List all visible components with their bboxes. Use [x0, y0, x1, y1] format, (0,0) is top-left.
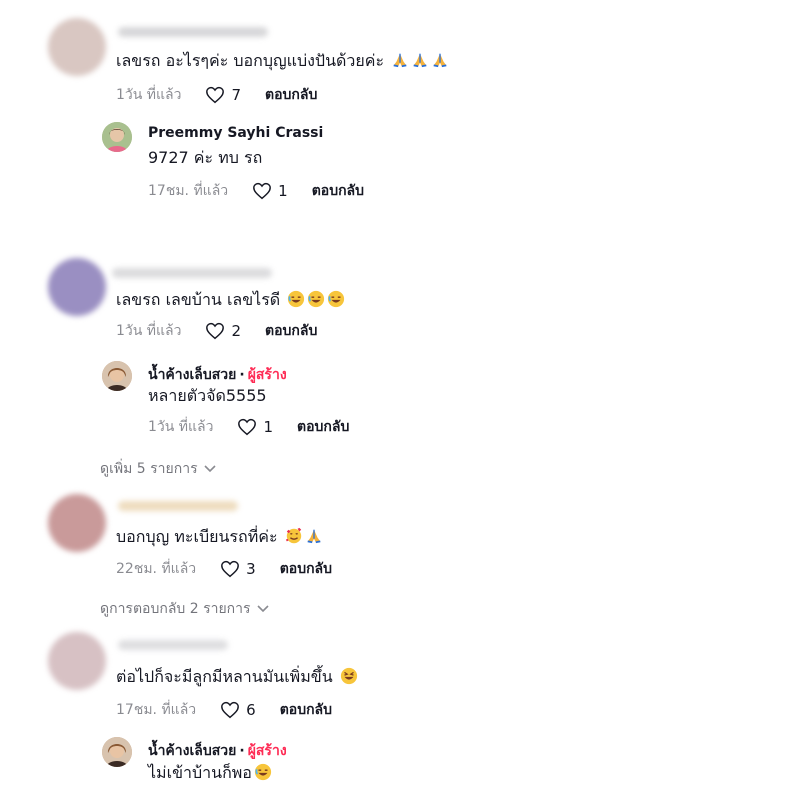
reply-button[interactable]: ตอบกลับ [265, 320, 317, 342]
comment-meta: 22ชม. ที่แล้ว 3 ตอบกลับ [116, 558, 332, 580]
blurred-username [112, 268, 272, 278]
blurred-username [118, 27, 268, 37]
timestamp: 17ชม. ที่แล้ว [116, 702, 197, 718]
reply-text: 9727 ค่ะ ทบ รถ [148, 148, 263, 167]
comment-text: บอกบุญ ทะเบียนรถที่ค่ะ [116, 527, 323, 547]
like-count: 6 [246, 701, 256, 719]
timestamp: 1วัน ที่แล้ว [116, 323, 182, 339]
like-button[interactable]: 1 [252, 182, 288, 200]
like-count: 1 [278, 182, 288, 200]
folded-hands-icon [433, 53, 447, 68]
grinning-sweat-icon [308, 290, 325, 308]
like-button[interactable]: 1 [237, 418, 273, 436]
comment-meta: 17ชม. ที่แล้ว 6 ตอบกลับ [116, 699, 332, 721]
reply-avatar[interactable] [102, 361, 132, 391]
grinning-sweat-icon [328, 290, 345, 308]
creator-badge: ผู้สร้าง [247, 367, 287, 383]
like-button[interactable]: 6 [220, 701, 256, 719]
like-count: 3 [246, 560, 256, 578]
comment-meta: 1วัน ที่แล้ว 2 ตอบกลับ [116, 320, 317, 342]
timestamp: 22ชม. ที่แล้ว [116, 561, 197, 577]
blurred-username [118, 640, 228, 650]
creator-badge: ผู้สร้าง [247, 743, 287, 759]
reply-text: ไม่เข้าบ้านก็พอ [148, 763, 272, 783]
view-more-replies[interactable]: ดูเพิ่ม 5 รายการ [100, 458, 216, 480]
timestamp: 1วัน ที่แล้ว [116, 87, 182, 103]
reply-username[interactable]: น้ำค้างเล็บสวย · ผู้สร้าง [148, 740, 287, 762]
reply-meta: 17ชม. ที่แล้ว 1 ตอบกลับ [148, 180, 364, 202]
reply-button[interactable]: ตอบกลับ [280, 558, 332, 580]
avatar[interactable] [48, 258, 106, 316]
like-button[interactable]: 2 [205, 322, 241, 340]
reply-button[interactable]: ตอบกลับ [265, 84, 317, 106]
laughing-face-icon [340, 667, 357, 685]
reply-button[interactable]: ตอบกลับ [312, 180, 364, 202]
comment-meta: 1วัน ที่แล้ว 7 ตอบกลับ [116, 84, 317, 106]
grinning-sweat-icon [254, 763, 272, 781]
avatar-image [102, 737, 132, 767]
heart-icon [238, 418, 257, 436]
avatar[interactable] [48, 494, 106, 552]
heart-icon [253, 182, 272, 200]
like-button[interactable]: 3 [220, 560, 256, 578]
reply-meta: 1วัน ที่แล้ว 1 ตอบกลับ [148, 416, 349, 438]
avatar[interactable] [48, 18, 106, 76]
like-count: 7 [231, 86, 242, 104]
chevron-down-icon [256, 605, 269, 613]
reply-text: หลายตัวจัด5555 [148, 386, 267, 405]
avatar[interactable] [48, 632, 106, 690]
reply-button[interactable]: ตอบกลับ [280, 699, 332, 721]
reply-username[interactable]: น้ำค้างเล็บสวย · ผู้สร้าง [148, 364, 287, 386]
reply-avatar[interactable] [102, 122, 132, 152]
heart-icon [206, 322, 225, 340]
avatar-image [102, 122, 132, 152]
reply-button[interactable]: ตอบกลับ [297, 416, 349, 438]
comment-text: เลขรถ เลขบ้าน เลขไรดี [116, 290, 345, 310]
timestamp: 1วัน ที่แล้ว [148, 419, 214, 435]
reply-avatar[interactable] [102, 737, 132, 767]
like-count: 2 [231, 322, 242, 340]
timestamp: 17ชม. ที่แล้ว [148, 183, 229, 199]
like-count: 1 [263, 418, 274, 436]
folded-hands-icon [307, 529, 321, 544]
comment-text: เลขรถ อะไรๆค่ะ บอกบุญแบ่งปันด้วยค่ะ [116, 51, 449, 71]
heart-icon [221, 701, 240, 719]
heart-icon [221, 560, 240, 578]
reply-username[interactable]: Preemmy Sayhi Crassi [148, 125, 323, 141]
heart-icon [206, 86, 225, 104]
folded-hands-icon [393, 53, 407, 68]
blurred-username [118, 501, 238, 511]
like-button[interactable]: 7 [205, 86, 241, 104]
smiling-hearts-icon [285, 527, 301, 544]
folded-hands-icon [413, 53, 427, 68]
grinning-sweat-icon [288, 290, 305, 308]
chevron-down-icon [204, 465, 216, 473]
view-more-replies[interactable]: ดูการตอบกลับ 2 รายการ [100, 598, 269, 620]
comment-text: ต่อไปก็จะมีลูกมีหลานมันเพิ่มขึ้น [116, 667, 358, 687]
avatar-image [102, 361, 132, 391]
